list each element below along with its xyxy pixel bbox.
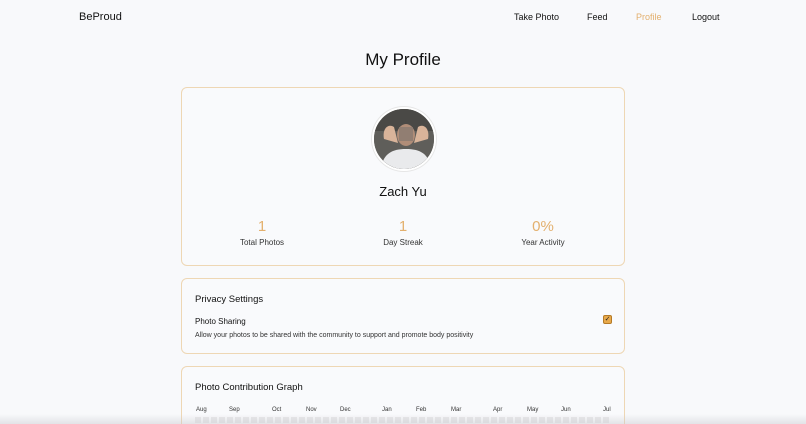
stat-day-streak: 1 Day Streak	[343, 218, 463, 247]
privacy-settings-title: Privacy Settings	[195, 294, 264, 305]
nav-take-photo[interactable]: Take Photo	[514, 12, 559, 22]
user-name: Zach Yu	[379, 184, 427, 199]
month-label: Nov	[306, 407, 317, 413]
checkmark-icon: ✓	[604, 316, 611, 323]
month-label: Oct	[272, 407, 282, 413]
stat-label: Total Photos	[239, 238, 285, 247]
photo-sharing-checkbox[interactable]: ✓	[603, 315, 612, 324]
month-label: Feb	[416, 407, 427, 413]
stat-label: Day Streak	[383, 238, 423, 247]
avatar[interactable]	[372, 107, 436, 171]
month-label: Sep	[229, 407, 240, 413]
month-label: Jan	[382, 407, 392, 413]
stat-total-photos: 1 Total Photos	[202, 218, 322, 247]
bottom-shadow	[0, 414, 806, 424]
stat-value: 0%	[532, 218, 554, 235]
month-label: Mar	[451, 407, 462, 413]
month-label: May	[527, 407, 539, 413]
stat-value: 1	[257, 218, 267, 235]
stat-year-activity: 0% Year Activity	[483, 218, 603, 247]
photo-sharing-description: Allow your photos to be shared with the …	[195, 332, 474, 339]
page-title: My Profile	[365, 50, 441, 69]
profile-card: Zach Yu 1 Total Photos 1 Day Streak 0% Y…	[181, 87, 625, 266]
nav-logout[interactable]: Logout	[692, 12, 720, 22]
month-label: Aug	[196, 407, 207, 413]
month-label: Apr	[493, 407, 503, 413]
contribution-graph-title: Photo Contribution Graph	[195, 382, 303, 393]
privacy-settings-card: Privacy Settings Photo Sharing Allow you…	[181, 278, 625, 354]
nav-feed[interactable]: Feed	[587, 12, 608, 22]
month-label: Jun	[561, 407, 571, 413]
month-label: Dec	[340, 407, 351, 413]
photo-sharing-label: Photo Sharing	[195, 317, 246, 326]
month-label: Jul	[603, 407, 611, 413]
stat-label: Year Activity	[521, 238, 565, 247]
top-navbar: BeProud Take Photo Feed Profile Logout	[0, 0, 806, 34]
brand-logo[interactable]: BeProud	[79, 11, 122, 23]
stat-value: 1	[398, 218, 408, 235]
nav-profile[interactable]: Profile	[636, 12, 662, 22]
